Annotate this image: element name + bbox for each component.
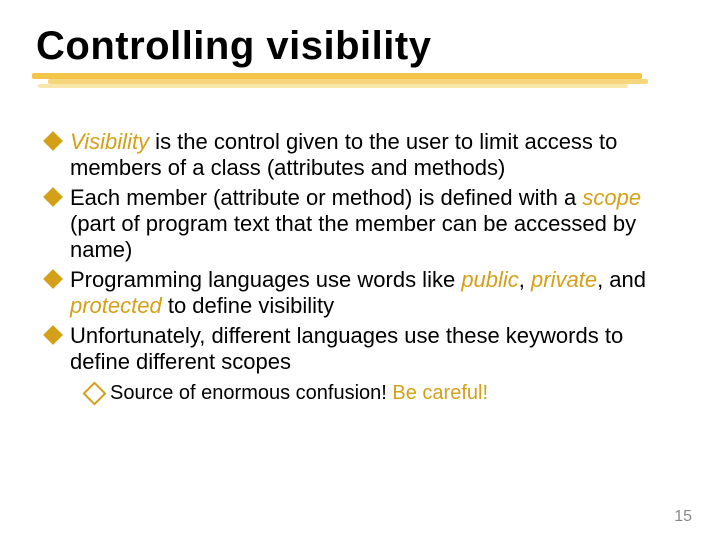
sub-bullet-list: Source of enormous confusion! Be careful… xyxy=(84,381,684,406)
bullet-item: Programming languages use words like pub… xyxy=(40,267,684,319)
emphasis-protected: protected xyxy=(70,293,162,318)
sub-bullet-text: Source of enormous confusion! xyxy=(110,382,392,404)
bullet-item: Unfortunately, different languages use t… xyxy=(40,323,684,406)
bullet-text: Each member (attribute or method) is def… xyxy=(70,185,582,210)
bullet-text: Programming languages use words like xyxy=(70,267,461,292)
emphasis-scope: scope xyxy=(582,185,641,210)
bullet-text: , and xyxy=(597,267,646,292)
emphasis-private: private xyxy=(531,267,597,292)
bullet-item: Visibility is the control given to the u… xyxy=(40,129,684,181)
emphasis-public: public xyxy=(461,267,518,292)
title-underline xyxy=(36,73,684,93)
emphasis-careful: Be careful! xyxy=(392,382,488,404)
page-number: 15 xyxy=(674,508,692,526)
bullet-text: Unfortunately, different languages use t… xyxy=(70,323,623,374)
bullet-text: , xyxy=(519,267,531,292)
bullet-text: (part of program text that the member ca… xyxy=(70,211,636,262)
emphasis-visibility: Visibility xyxy=(70,129,149,154)
bullet-text: to define visibility xyxy=(162,293,334,318)
bullet-item: Each member (attribute or method) is def… xyxy=(40,185,684,263)
slide-title: Controlling visibility xyxy=(36,24,684,69)
slide: Controlling visibility Visibility is the… xyxy=(0,0,720,540)
bullet-text: is the control given to the user to limi… xyxy=(70,129,617,180)
sub-bullet-item: Source of enormous confusion! Be careful… xyxy=(84,381,684,406)
slide-body: Visibility is the control given to the u… xyxy=(36,129,684,406)
bullet-list: Visibility is the control given to the u… xyxy=(40,129,684,406)
